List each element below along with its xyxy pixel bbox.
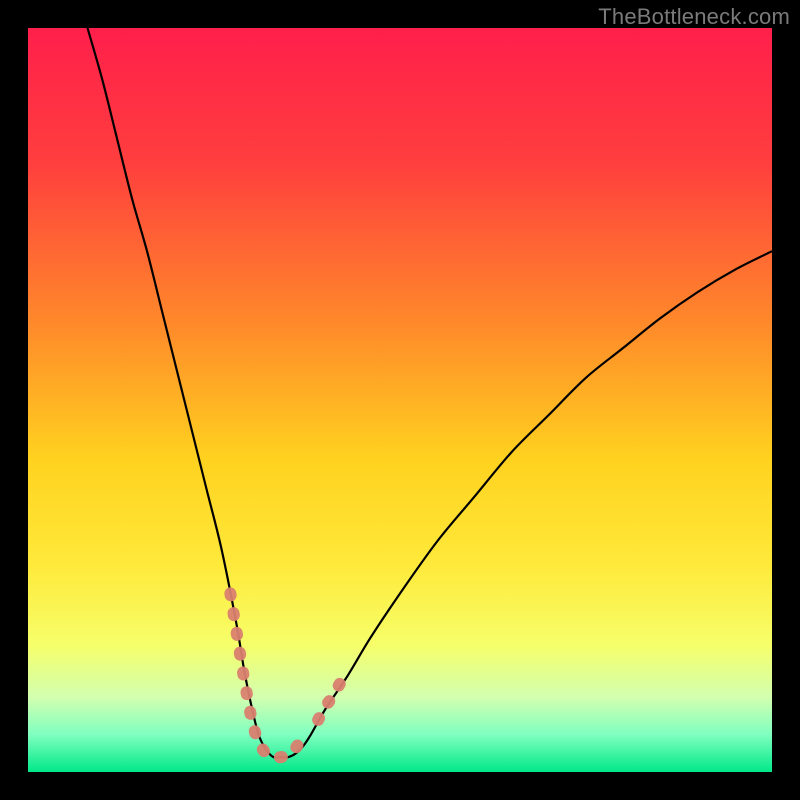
- highlight-group: [230, 593, 348, 757]
- chart-frame: TheBottleneck.com: [0, 0, 800, 800]
- chart-svg: [28, 28, 772, 772]
- bottleneck-curve: [88, 28, 772, 758]
- highlight-left-valley: [230, 593, 299, 757]
- watermark-label: TheBottleneck.com: [598, 4, 790, 30]
